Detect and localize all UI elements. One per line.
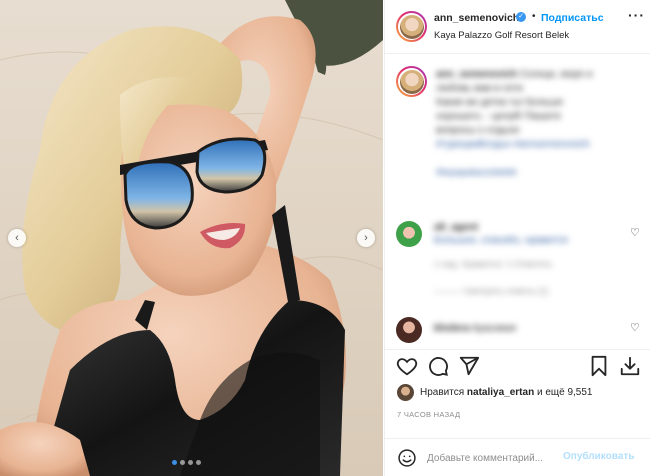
more-options-icon[interactable]: ··· [628, 7, 645, 23]
comment-username[interactable]: kholera [434, 323, 470, 334]
post-actions-bar [385, 349, 650, 379]
heart-icon[interactable] [396, 355, 418, 377]
caption-line: Какая же детка ты! Больше [436, 97, 564, 108]
chevron-left-icon: ‹ [15, 232, 19, 244]
comment-composer: Опубликовать [385, 438, 650, 476]
caption-line: любовь вам в сети [436, 83, 523, 94]
like-comment-heart-icon[interactable]: ♡ [630, 323, 641, 334]
carousel-dot [172, 460, 177, 465]
post-header: ann_semenovich ✓ • Подписатьс ··· Kaya P… [385, 0, 650, 54]
liker-avatar[interactable] [397, 384, 414, 401]
caption-username[interactable]: ann_semenovich [436, 69, 517, 80]
share-icon[interactable] [458, 355, 480, 377]
download-icon[interactable] [619, 355, 641, 377]
comment-username[interactable]: alt_agent [434, 222, 478, 233]
like-comment-heart-icon[interactable]: ♡ [630, 228, 641, 239]
bookmark-icon[interactable] [588, 355, 610, 377]
caption-line: Солнце, море и [519, 69, 593, 80]
post-image [0, 0, 383, 476]
liker-username[interactable]: nataliya_ertan [467, 387, 534, 398]
view-replies-link[interactable]: ——— Смотреть ответы (1) [434, 286, 549, 296]
likes-summary: Нравится nataliya_ertan и ещё 9,551 [385, 380, 650, 408]
caption-hashtags[interactable]: #турецкийотдых #annsemenovich [436, 138, 636, 152]
caption-line: хорошего, - целуй! Пишите [436, 111, 562, 122]
comment-item: alt_agent Большое, спасибо, нравится [434, 221, 619, 247]
comment-text: Красивая [472, 323, 517, 334]
post-caption: ann_semenovich Солнце, море и любовь вам… [436, 68, 636, 152]
separator-bullet: • [532, 11, 536, 22]
chevron-right-icon: › [364, 232, 368, 244]
verified-badge-icon: ✓ [516, 12, 526, 22]
follow-button[interactable]: Подписатьс [541, 12, 604, 24]
comment-item: kholera Красивая [434, 322, 516, 336]
comment-input[interactable] [427, 450, 557, 466]
author-username[interactable]: ann_semenovich [434, 12, 519, 24]
comments-section[interactable]: ann_semenovich Солнце, море и любовь вам… [385, 55, 650, 348]
previous-photo-button[interactable]: ‹ [8, 229, 26, 247]
likes-text[interactable]: Нравится nataliya_ertan и ещё 9,551 [420, 387, 593, 398]
carousel-dot [196, 460, 201, 465]
publish-button[interactable]: Опубликовать [563, 451, 634, 462]
commenter-avatar[interactable] [396, 221, 422, 247]
caption-hashtag-link[interactable]: #kayapalazzobelek [436, 167, 517, 178]
post-sidebar: ann_semenovich ✓ • Подписатьс ··· Kaya P… [384, 0, 650, 476]
carousel-dot [188, 460, 193, 465]
post-location[interactable]: Kaya Palazzo Golf Resort Belek [434, 30, 569, 41]
emoji-icon[interactable] [397, 448, 417, 468]
carousel-indicator [172, 460, 201, 465]
caption-author-avatar[interactable] [396, 66, 427, 97]
commenter-avatar[interactable] [396, 317, 422, 343]
comment-meta: 1 нед. Нравится: 1 Ответить [434, 259, 553, 269]
caption-line: вопросы о отдыхе [436, 125, 520, 136]
comment-icon[interactable] [427, 355, 449, 377]
post-timestamp[interactable]: 7 ЧАСОВ НАЗАД [397, 410, 460, 419]
likes-prefix: Нравится [420, 387, 465, 398]
carousel-dot [180, 460, 185, 465]
likes-count[interactable]: и ещё 9,551 [537, 387, 593, 398]
post-photo[interactable]: ‹ › [0, 0, 383, 476]
author-avatar[interactable] [396, 11, 427, 42]
comment-text: Большое, спасибо, нравится [434, 235, 568, 246]
next-photo-button[interactable]: › [357, 229, 375, 247]
